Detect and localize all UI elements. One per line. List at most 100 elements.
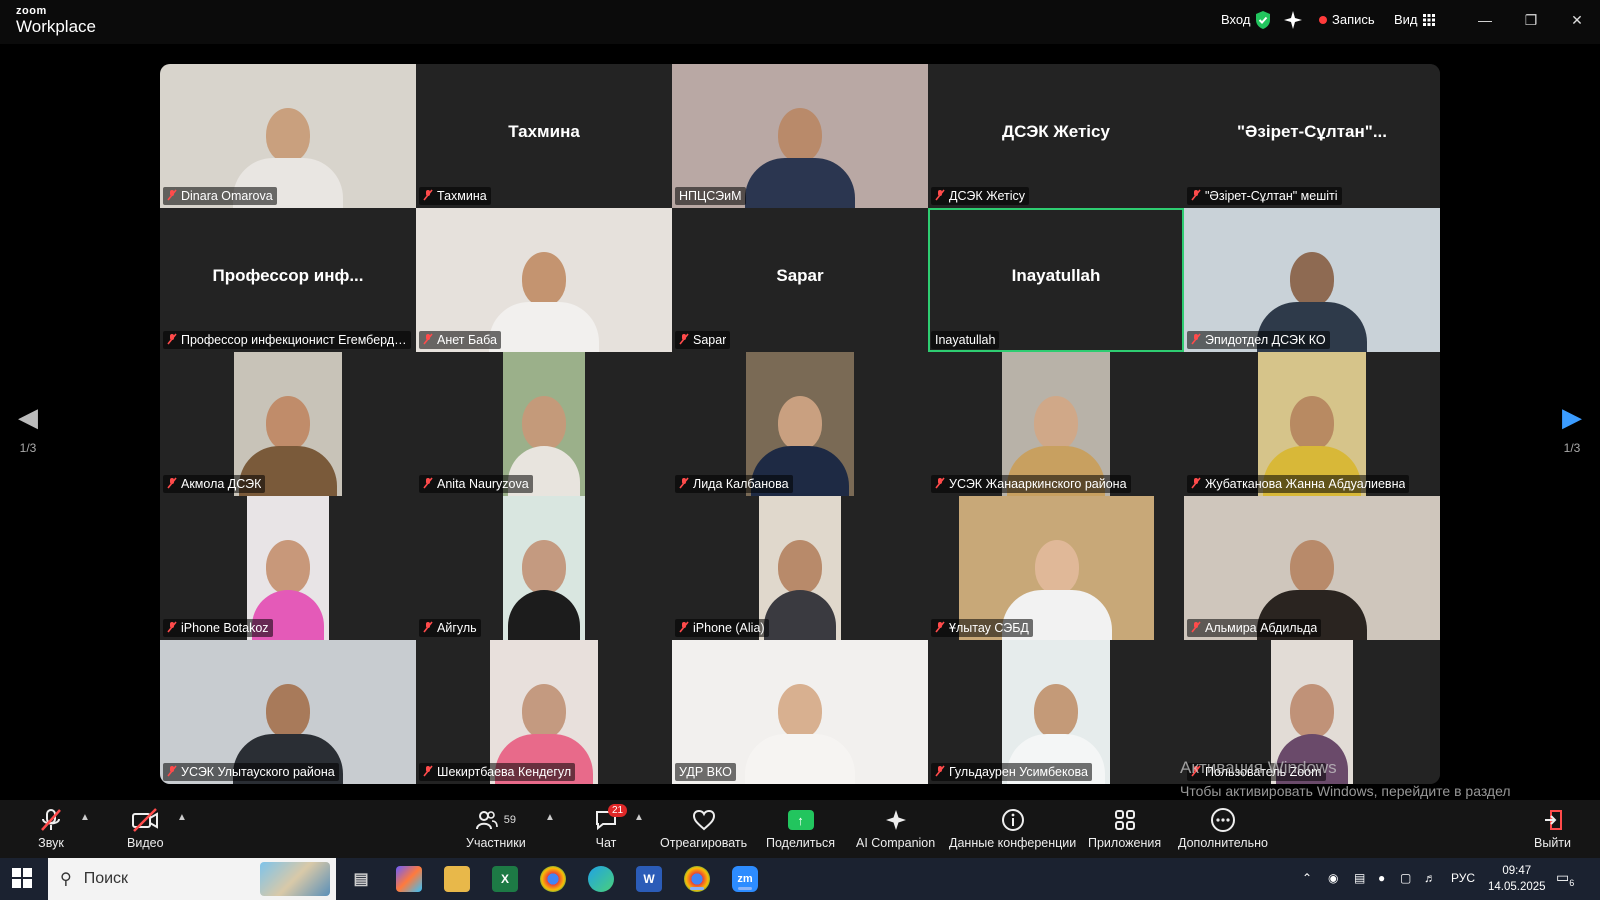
windows-start-icon[interactable] [12,868,32,893]
participant-tile[interactable]: Шекиртбаева Кендегул [416,640,672,784]
ai-companion-sparkle-icon [884,806,908,834]
participant-name: Тахмина [437,189,487,203]
participant-name-label: Ұлытау СЭБД [931,619,1033,637]
participant-name: Анет Баба [437,333,497,347]
participant-tile[interactable]: Анет Баба [416,208,672,352]
participant-tile[interactable]: Anita Nauryzova [416,352,672,496]
participant-name-label: Шекиртбаева Кендегул [419,763,576,781]
mic-muted-icon [935,765,945,780]
leave-door-icon [1541,806,1565,834]
tray-camera-icon[interactable]: ◉ [1328,871,1338,885]
mic-muted-icon [679,333,689,348]
participant-tile[interactable]: Профессор инф... Профессор инфекционист Е… [160,208,416,352]
participant-name: Эпидотдел ДСЭК КО [1205,333,1326,347]
file-explorer-icon[interactable] [444,866,470,892]
mic-muted-icon [423,189,433,204]
participant-tile[interactable]: УСЭК Жанааркинского района [928,352,1184,496]
chrome-icon[interactable] [540,866,566,892]
copilot-icon[interactable] [396,866,422,892]
participant-tile[interactable]: Sapar Sapar [672,208,928,352]
recording-indicator[interactable]: Запись [1319,12,1375,27]
clock-date: 14.05.2025 [1488,881,1546,893]
participant-tile[interactable]: Жубатканова Жанна Абдуалиевна [1184,352,1440,496]
security-shield-icon[interactable] [1254,10,1272,30]
participant-tile[interactable]: НПЦСЭиМ [672,64,928,208]
zoom-app-icon[interactable]: zm [732,866,758,892]
participant-name-label: Альмира Абдильда [1187,619,1322,637]
participant-tile[interactable]: ДСЭК Жетісу ДСЭК Жетісу [928,64,1184,208]
participant-tile[interactable]: Альмира Абдильда [1184,496,1440,640]
tray-screen-share-icon[interactable]: ▤ [1354,871,1365,885]
react-button[interactable]: Отреагировать [660,806,747,850]
notifications-icon[interactable]: ▭6 [1556,869,1574,888]
mic-muted-icon [423,621,433,636]
participant-silhouette [745,684,855,784]
task-view-icon[interactable]: ▤ [348,866,374,892]
participant-name-label: УСЭК Жанааркинского района [931,475,1131,493]
next-page-button[interactable]: ▶ 1/3 [1550,402,1594,455]
logo-workplace-text: Workplace [16,17,96,36]
restore-icon[interactable]: ❐ [1516,8,1546,32]
more-button[interactable]: Дополнительно [1178,806,1268,850]
participant-tile[interactable]: Тахмина Тахмина [416,64,672,208]
audio-options-chevron-icon[interactable]: ▲ [80,812,90,823]
notification-count: 6 [1569,877,1575,888]
video-options-chevron-icon[interactable]: ▲ [177,812,187,823]
taskbar-clock[interactable]: 09:47 14.05.2025 [1488,863,1546,895]
participant-name: УДР ВКО [679,765,732,779]
view-button[interactable]: Вид [1394,12,1435,27]
participants-chevron-icon[interactable]: ▲ [545,812,555,823]
share-screen-button[interactable]: ↑ Поделиться [766,806,835,850]
participant-tile[interactable]: Лида Калбанова [672,352,928,496]
search-icon: ⚲ [60,871,72,888]
participant-tile[interactable]: УДР ВКО [672,640,928,784]
participant-head [522,396,566,450]
participant-tile[interactable]: Айгуль [416,496,672,640]
edge-icon[interactable] [588,866,614,892]
audio-button[interactable]: Звук [38,806,64,850]
taskbar-search-box[interactable]: ⚲ Поиск [48,858,336,900]
minimize-icon[interactable]: — [1470,8,1500,32]
participant-tile[interactable]: УСЭК Улытауского района [160,640,416,784]
word-icon[interactable]: W [636,866,662,892]
participant-name-label: Жубатканова Жанна Абдуалиевна [1187,475,1410,493]
participant-name-label: Тахмина [419,187,491,205]
mic-muted-icon [1191,621,1201,636]
participant-tile[interactable]: Dinara Omarova [160,64,416,208]
prev-page-button[interactable]: ◀ 1/3 [6,402,50,455]
logo-zoom-text: zoom [16,5,47,17]
close-icon[interactable]: ✕ [1562,8,1592,32]
participant-tile[interactable]: Акмола ДСЭК [160,352,416,496]
tray-network-icon[interactable]: ▢ [1400,871,1411,885]
chat-chevron-icon[interactable]: ▲ [634,812,644,823]
chat-unread-badge: 21 [608,804,628,817]
mic-muted-icon [167,333,177,348]
participant-body [489,302,599,352]
participant-tile[interactable]: "Әзірет-Сұлтан"... "Әзірет-Сұлтан" мешіті [1184,64,1440,208]
participant-body [764,590,836,640]
participant-tile[interactable]: iPhone Botakoz [160,496,416,640]
ai-sparkle-icon[interactable] [1283,10,1303,30]
meeting-info-button[interactable]: Данные конференции [949,806,1076,850]
participant-tile[interactable]: Эпидотдел ДСЭК КО [1184,208,1440,352]
chat-button[interactable]: 21 Чат [594,804,628,850]
leave-label: Выйти [1534,836,1572,850]
participant-tile[interactable]: Ұлытау СЭБД [928,496,1184,640]
tray-volume-icon[interactable]: ♬ [1424,871,1436,885]
participant-tile[interactable]: iPhone (Alia) [672,496,928,640]
participant-name-label: Профессор инфекционист Егембердиева [163,331,411,349]
leave-button[interactable]: Выйти [1534,806,1571,850]
participant-tile[interactable]: Гульдаурен Усимбекова [928,640,1184,784]
login-button[interactable]: Вход [1221,12,1250,27]
input-language[interactable]: РУС [1451,871,1475,885]
video-button[interactable]: Видео [127,806,164,850]
participants-button[interactable]: 59 Участники [466,806,526,850]
participant-tile[interactable]: Inayatullah Inayatullah [928,208,1184,352]
apps-button[interactable]: Приложения [1088,806,1161,850]
tray-mic-icon[interactable]: ● [1378,871,1385,885]
tray-chevron-icon[interactable]: ⌃ [1302,871,1312,885]
chrome-profile-icon[interactable] [684,866,710,892]
mic-muted-icon [167,189,177,204]
excel-icon[interactable]: X [492,866,518,892]
ai-companion-button[interactable]: AI Companion [856,806,935,850]
